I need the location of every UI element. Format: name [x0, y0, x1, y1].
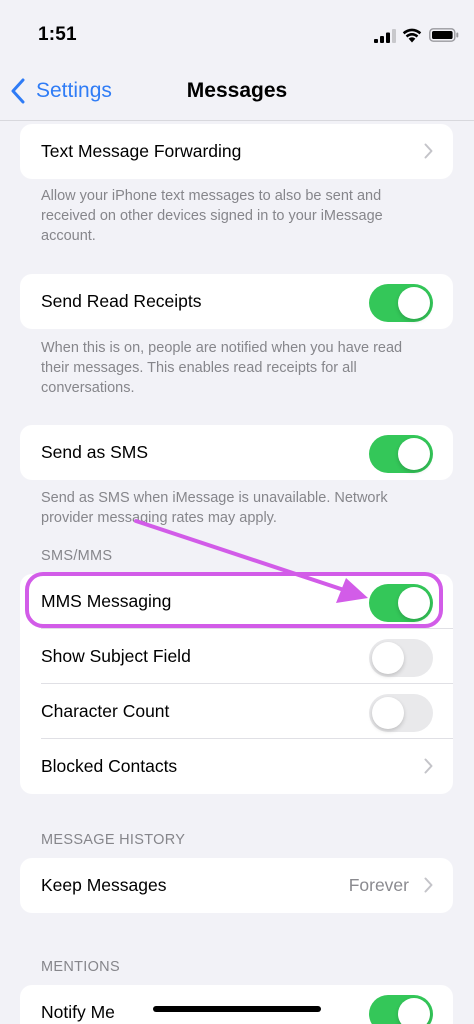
send-read-receipts-toggle[interactable]: [369, 284, 433, 322]
mentions-group: Notify Me: [20, 985, 453, 1024]
mentions-header: MENTIONS: [41, 959, 120, 975]
text-message-forwarding-row[interactable]: Text Message Forwarding: [20, 124, 453, 179]
send-as-sms-row: Send as SMS: [20, 425, 453, 480]
page-title: Messages: [186, 79, 288, 102]
chevron-right-icon: [424, 758, 433, 774]
read-receipts-group: Send Read Receipts: [20, 274, 453, 329]
character-count-row: Character Count: [20, 684, 453, 739]
sms-mms-header: SMS/MMS: [41, 548, 113, 564]
toggle-knob: [398, 438, 430, 470]
row-label: Keep Messages: [41, 875, 167, 895]
character-count-toggle[interactable]: [369, 694, 433, 732]
toggle-knob: [372, 697, 404, 729]
row-label: Text Message Forwarding: [41, 141, 242, 161]
chevron-right-icon: [424, 877, 433, 893]
row-label: Notify Me: [41, 1002, 115, 1022]
show-subject-field-row: Show Subject Field: [20, 629, 453, 684]
notify-me-toggle[interactable]: [369, 995, 433, 1024]
row-label: Send Read Receipts: [41, 291, 202, 311]
forwarding-group: Text Message Forwarding: [20, 124, 453, 179]
notify-me-row: Notify Me: [20, 985, 453, 1024]
toggle-knob: [398, 998, 430, 1024]
status-bar: 1:51: [0, 0, 474, 62]
cellular-signal-icon: [374, 29, 396, 43]
forwarding-note: Allow your iPhone text messages to also …: [41, 188, 383, 244]
message-history-header: MESSAGE HISTORY: [41, 832, 186, 848]
keep-messages-row[interactable]: Keep Messages Forever: [20, 858, 453, 913]
row-label: Blocked Contacts: [41, 756, 178, 776]
read-receipts-note: When this is on, people are notified whe…: [41, 340, 403, 396]
send-read-receipts-row: Send Read Receipts: [20, 274, 453, 329]
navigation-bar: Settings Messages: [0, 62, 474, 121]
send-as-sms-toggle[interactable]: [369, 435, 433, 473]
message-history-group: Keep Messages Forever: [20, 858, 453, 913]
send-sms-group: Send as SMS: [20, 425, 453, 480]
settings-screen: 1:51 Settings Messages Text Message Forw…: [0, 0, 474, 1024]
chevron-right-icon: [424, 143, 433, 159]
row-label: Character Count: [41, 701, 170, 721]
status-time: 1:51: [38, 24, 77, 45]
wifi-icon: [402, 28, 422, 43]
highlight-outline: [25, 572, 443, 628]
row-label: Send as SMS: [41, 442, 148, 462]
keep-messages-value: Forever: [348, 875, 409, 895]
toggle-knob: [372, 642, 404, 674]
row-label: Show Subject Field: [41, 646, 191, 666]
send-sms-note: Send as SMS when iMessage is unavailable…: [41, 490, 388, 526]
battery-icon: [429, 28, 459, 42]
blocked-contacts-row[interactable]: Blocked Contacts: [20, 739, 453, 794]
show-subject-field-toggle[interactable]: [369, 639, 433, 677]
toggle-knob: [398, 287, 430, 319]
home-indicator: [153, 1006, 321, 1012]
